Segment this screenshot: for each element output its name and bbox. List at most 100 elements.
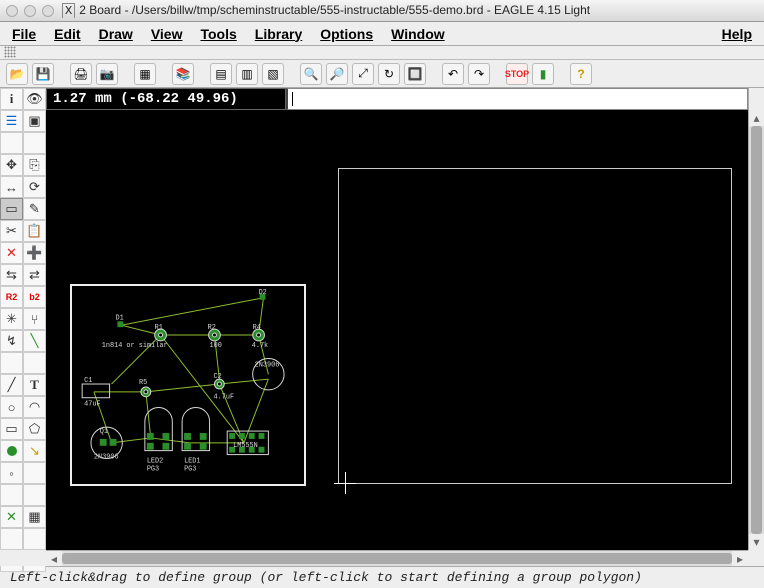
menu-options[interactable]: Options xyxy=(320,26,373,42)
board-schematic-button[interactable]: ▦ xyxy=(134,63,156,85)
polygon-tool[interactable]: ⬠ xyxy=(23,418,46,440)
cam-button[interactable]: 📷 xyxy=(96,63,118,85)
board-outline xyxy=(338,168,732,484)
mirror-icon: ↔ xyxy=(5,180,18,195)
route-tool[interactable]: ╲ xyxy=(23,330,46,352)
board-editor-canvas[interactable]: D1 D2 1n814 or similar R1 R2 100 R4 4.7k… xyxy=(46,110,748,550)
print-button[interactable]: 🖨 xyxy=(70,63,92,85)
scroll-up-icon[interactable]: ▴ xyxy=(749,110,764,126)
menu-draw[interactable]: Draw xyxy=(99,26,133,42)
coordinate-display: 1.27 mm (-68.22 49.96) xyxy=(46,88,286,110)
zoom-redraw-icon: ↻ xyxy=(384,67,394,81)
mirror-tool[interactable]: ↔ xyxy=(0,176,23,198)
group-tool[interactable]: ▭ xyxy=(0,198,23,220)
optimize-tool[interactable]: ↯ xyxy=(0,330,23,352)
circle-tool[interactable]: ○ xyxy=(0,396,23,418)
sheet3-icon: ▧ xyxy=(267,67,278,81)
minimize-window-icon[interactable] xyxy=(24,5,36,17)
signal-tool[interactable]: ↘ xyxy=(23,440,46,462)
delete-tool[interactable]: ✕ xyxy=(0,242,23,264)
cut-tool[interactable]: ✂ xyxy=(0,220,23,242)
horizontal-scrollbar[interactable]: ◂ ▸ xyxy=(46,550,748,566)
hole-tool[interactable]: ◦ xyxy=(0,462,23,484)
vertical-scrollbar[interactable]: ▴ ▾ xyxy=(748,110,764,550)
ratsnest-tool[interactable]: ✕ xyxy=(0,506,23,528)
copy-icon: ⎘ xyxy=(29,157,39,173)
svg-text:4.7uF: 4.7uF xyxy=(213,394,234,402)
scroll-left-icon[interactable]: ◂ xyxy=(46,551,62,566)
zoom-redraw-button[interactable]: ↻ xyxy=(378,63,400,85)
pinswap-tool[interactable]: ⇆ xyxy=(0,264,23,286)
menu-edit[interactable]: Edit xyxy=(54,26,80,42)
menu-tools[interactable]: Tools xyxy=(200,26,236,42)
arc-tool[interactable]: ◠ xyxy=(23,396,46,418)
zoom-select-button[interactable]: 🔲 xyxy=(404,63,426,85)
polygon-icon: ⬠ xyxy=(29,421,40,437)
via-tool[interactable] xyxy=(0,440,23,462)
lock-icon: b2 xyxy=(29,292,40,302)
redo-icon: ↷ xyxy=(474,67,484,81)
copy-tool[interactable]: ⎘ xyxy=(23,154,46,176)
change-tool[interactable]: ✎ xyxy=(23,198,46,220)
save-icon: 💾 xyxy=(36,67,51,81)
menu-view[interactable]: View xyxy=(151,26,183,42)
add-icon: ➕ xyxy=(26,245,42,261)
help-button[interactable]: ? xyxy=(570,63,592,85)
svg-text:D1: D1 xyxy=(115,314,123,322)
menu-bar: File Edit Draw View Tools Library Option… xyxy=(0,22,764,46)
move-tool[interactable]: ✥ xyxy=(0,154,23,176)
rotate-tool[interactable]: ⟳ xyxy=(23,176,46,198)
titlebar-doc-icon: X xyxy=(62,3,75,18)
window-titlebar: X2 Board - /Users/billw/tmp/scheminstruc… xyxy=(0,0,764,22)
close-window-icon[interactable] xyxy=(6,5,18,17)
svg-text:100: 100 xyxy=(210,342,222,350)
zoom-fit-button[interactable]: 🔍 xyxy=(300,63,322,85)
param-toolbar xyxy=(0,46,764,60)
script-button[interactable]: ▤ xyxy=(210,63,232,85)
go-button[interactable]: ▮ xyxy=(532,63,554,85)
command-toolbar: i 👁 ☰ ▣ ✥ ⎘ ↔ ⟳ ▭ ✎ ✂ 📋 ✕ ➕ ⇆ ⇄ R2 b2 ✳ … xyxy=(0,88,46,550)
sheet1-icon: ▤ xyxy=(215,67,226,81)
lock-tool[interactable]: b2 xyxy=(23,286,46,308)
eye-icon: 👁 xyxy=(26,91,43,107)
svg-text:47uF: 47uF xyxy=(84,401,100,409)
menu-window[interactable]: Window xyxy=(391,26,445,42)
add-tool[interactable]: ➕ xyxy=(23,242,46,264)
scroll-down-icon[interactable]: ▾ xyxy=(749,534,764,550)
undo-button[interactable]: ↶ xyxy=(442,63,464,85)
display-tool[interactable]: ☰ xyxy=(0,110,23,132)
scroll-right-icon[interactable]: ▸ xyxy=(732,551,748,566)
command-line-input[interactable] xyxy=(286,88,748,110)
library-button[interactable]: 📚 xyxy=(172,63,194,85)
gateswap-tool[interactable]: ⇄ xyxy=(23,264,46,286)
zoom-window-icon[interactable] xyxy=(42,5,54,17)
rect-tool[interactable]: ▭ xyxy=(0,418,23,440)
auto-tool[interactable]: ▦ xyxy=(23,506,46,528)
menu-library[interactable]: Library xyxy=(255,26,302,42)
redo-button[interactable]: ↷ xyxy=(468,63,490,85)
mark-tool[interactable]: ▣ xyxy=(23,110,46,132)
svg-text:LM555N: LM555N xyxy=(233,442,258,450)
smash-tool[interactable]: ✳ xyxy=(0,308,23,330)
script2-button[interactable]: ▧ xyxy=(262,63,284,85)
stop-button[interactable]: STOP xyxy=(506,63,528,85)
action-toolbar: 📂 💾 🖨 📷 ▦ 📚 ▤ ▥ ▧ 🔍 🔎 ⤢ ↻ 🔲 ↶ ↷ STOP ▮ ? xyxy=(0,60,764,88)
text-tool[interactable]: T xyxy=(23,374,46,396)
stop-icon: STOP xyxy=(505,69,529,79)
ulp-button[interactable]: ▥ xyxy=(236,63,258,85)
zoom-out-button[interactable]: ⤢ xyxy=(352,63,374,85)
show-tool[interactable]: 👁 xyxy=(23,88,46,110)
wire-tool[interactable]: ╱ xyxy=(0,374,23,396)
menu-help[interactable]: Help xyxy=(722,26,752,42)
save-button[interactable]: 💾 xyxy=(32,63,54,85)
split-tool[interactable]: ⑂ xyxy=(23,308,46,330)
info-icon: i xyxy=(10,91,14,107)
replace-tool[interactable]: R2 xyxy=(0,286,23,308)
menu-file[interactable]: File xyxy=(12,26,36,42)
open-button[interactable]: 📂 xyxy=(6,63,28,85)
zoom-in-button[interactable]: 🔎 xyxy=(326,63,348,85)
grip-icon[interactable] xyxy=(4,46,16,58)
paste-tool[interactable]: 📋 xyxy=(23,220,46,242)
info-tool[interactable]: i xyxy=(0,88,23,110)
svg-text:R5: R5 xyxy=(139,379,147,387)
